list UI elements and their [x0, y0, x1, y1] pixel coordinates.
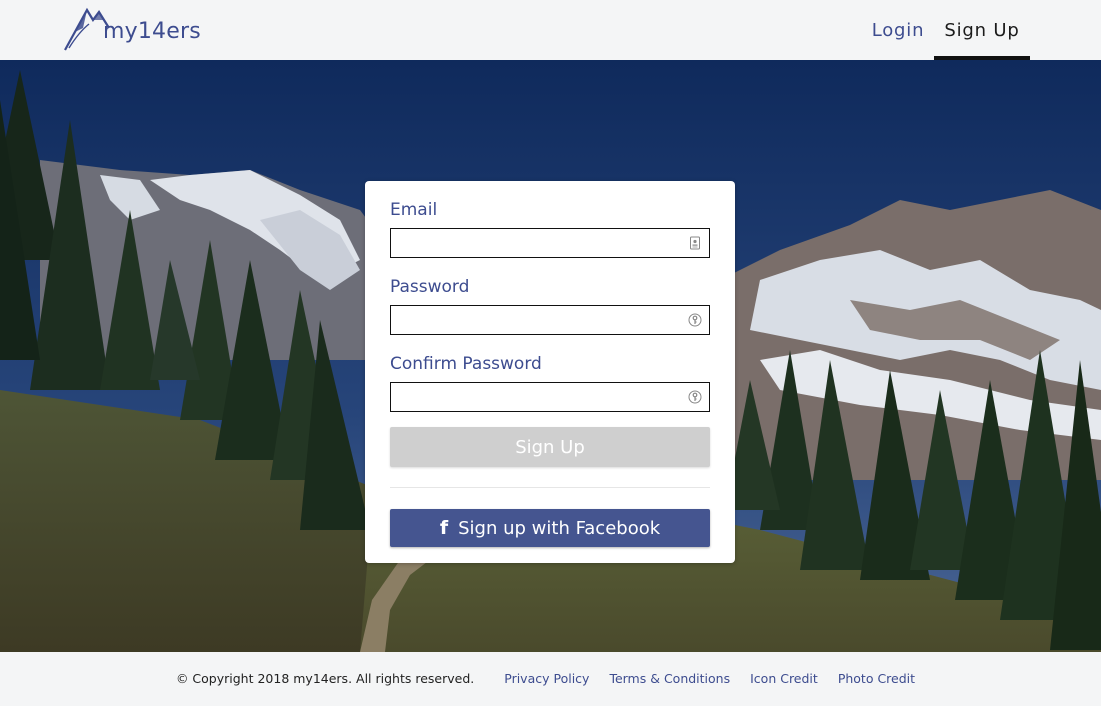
key-icon [688, 313, 702, 327]
terms-conditions-link[interactable]: Terms & Conditions [609, 671, 730, 686]
photo-credit-link[interactable]: Photo Credit [838, 671, 915, 686]
facebook-icon: f [439, 517, 449, 539]
contact-card-icon [690, 236, 700, 250]
password-input[interactable] [391, 306, 709, 334]
signup-submit-button[interactable]: Sign Up [390, 427, 710, 467]
icon-credit-link[interactable]: Icon Credit [750, 671, 818, 686]
copyright-text: © Copyright 2018 my14ers. All rights res… [175, 670, 475, 686]
signup-card: Email Password Confirm Password Sign Up … [365, 181, 735, 563]
brand-name: my14ers [103, 19, 201, 44]
footer: © Copyright 2018 my14ers. All rights res… [0, 652, 1101, 706]
password-label: Password [390, 277, 470, 297]
top-navbar: my14ers Login Sign Up [0, 0, 1101, 60]
email-input[interactable] [391, 229, 709, 257]
main-nav: Login Sign Up [862, 0, 1030, 60]
facebook-signup-button[interactable]: f Sign up with Facebook [390, 509, 710, 547]
nav-signup-link[interactable]: Sign Up [934, 0, 1030, 60]
form-divider [390, 487, 710, 488]
email-field[interactable] [390, 228, 710, 258]
nav-login-link[interactable]: Login [862, 0, 934, 60]
email-label: Email [390, 200, 438, 220]
confirm-password-input[interactable] [391, 383, 709, 411]
confirm-password-label: Confirm Password [390, 354, 542, 374]
confirm-password-field[interactable] [390, 382, 710, 412]
brand-logo[interactable]: my14ers [63, 2, 201, 52]
key-icon [688, 390, 702, 404]
facebook-signup-label: Sign up with Facebook [458, 517, 661, 539]
privacy-policy-link[interactable]: Privacy Policy [504, 671, 589, 686]
password-field[interactable] [390, 305, 710, 335]
